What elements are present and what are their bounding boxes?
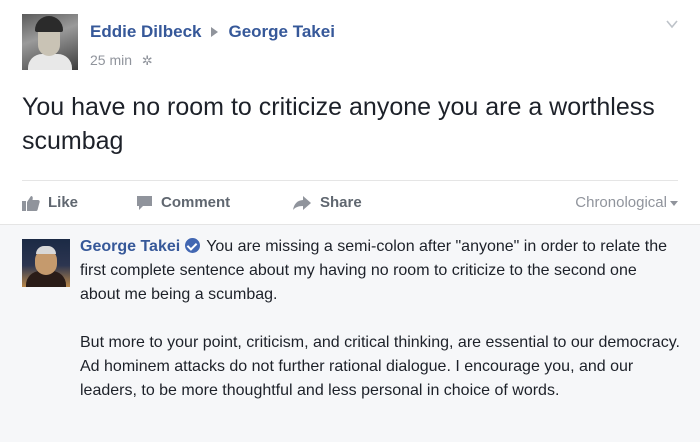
like-button[interactable]: Like	[22, 194, 78, 211]
author-link[interactable]: Eddie Dilbeck	[90, 22, 201, 41]
commenter-avatar[interactable]	[22, 239, 70, 287]
share-label: Share	[320, 194, 362, 211]
comment-button[interactable]: Comment	[136, 194, 230, 211]
comment-icon	[137, 195, 152, 210]
comment: George Takei You are missing a semi-colon…	[80, 235, 680, 403]
avatar[interactable]	[22, 14, 78, 70]
comment-section: George Takei You are missing a semi-colon…	[0, 224, 700, 442]
post-names: Eddie Dilbeck George Takei	[90, 22, 335, 42]
arrow-right-icon	[211, 27, 219, 38]
post-meta: 25 min ✲	[90, 52, 153, 69]
like-label: Like	[48, 194, 79, 211]
thumbs-up-icon	[22, 195, 40, 211]
comment-paragraph-2: But more to your point, criticism, and c…	[80, 334, 680, 399]
verified-badge-icon	[185, 238, 201, 253]
action-bar: Like Comment Share Chronological	[22, 190, 682, 216]
sort-label: Chronological	[575, 194, 667, 211]
caret-down-icon	[670, 200, 678, 206]
comment-label: Comment	[161, 194, 231, 211]
share-icon	[293, 195, 311, 210]
post-header: Eddie Dilbeck George Takei 25 min ✲	[22, 14, 682, 76]
gear-icon[interactable]: ✲	[142, 53, 153, 69]
chevron-down-icon[interactable]	[666, 18, 678, 30]
timestamp[interactable]: 25 min	[90, 52, 132, 68]
share-button[interactable]: Share	[292, 194, 362, 211]
sort-dropdown[interactable]: Chronological	[575, 194, 678, 211]
target-link[interactable]: George Takei	[228, 22, 334, 41]
commenter-name[interactable]: George Takei	[80, 238, 180, 255]
divider	[22, 180, 678, 181]
comment-paragraph-1: George Takei You are missing a semi-colon…	[80, 235, 680, 307]
post-text: You have no room to criticize anyone you…	[22, 93, 655, 155]
